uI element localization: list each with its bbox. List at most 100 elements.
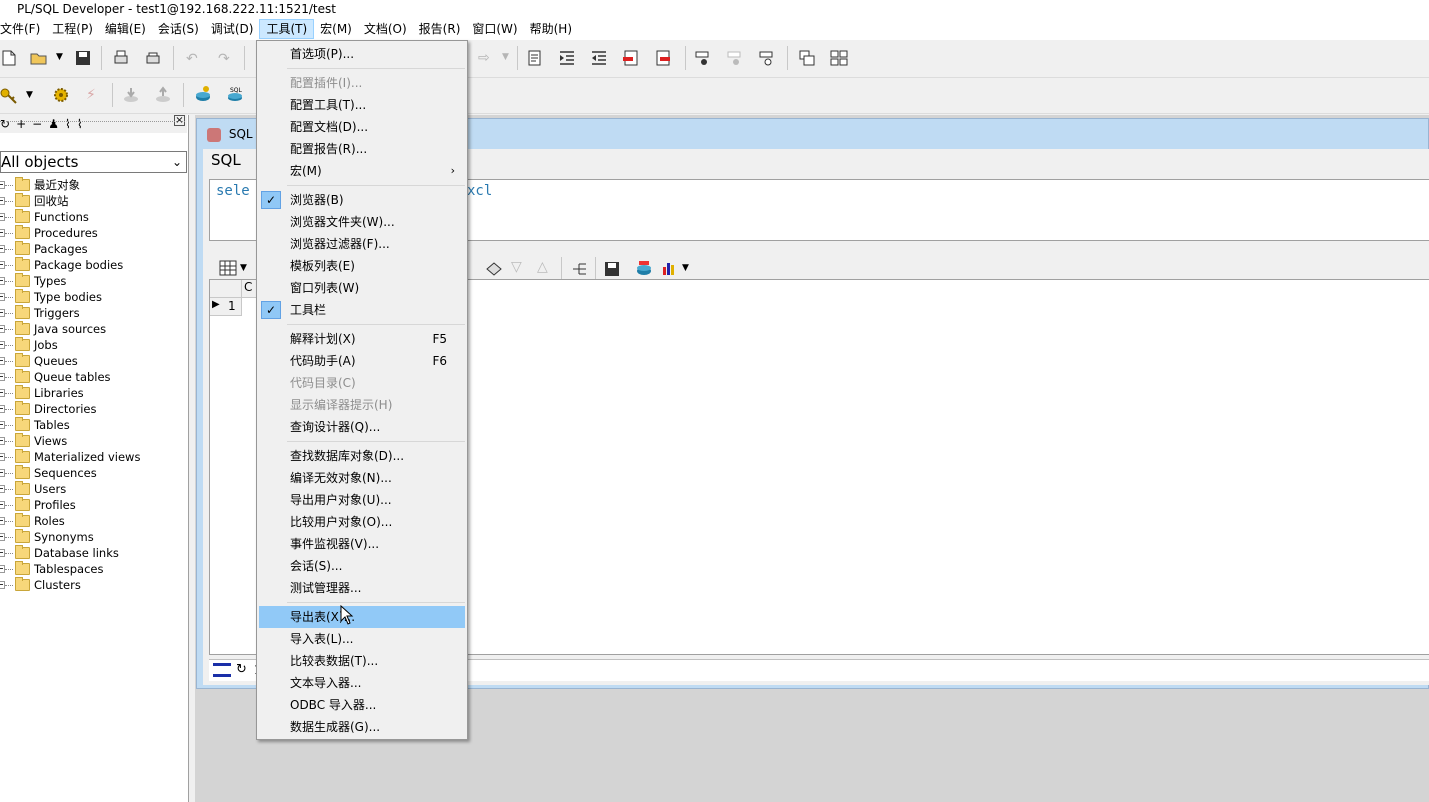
key-dropdown-icon[interactable]: ▼ [26,90,33,100]
tools-menu-item[interactable]: 浏览器文件夹(W)... [259,211,465,233]
remove-icon[interactable]: − [32,117,42,131]
tools-menu-item[interactable]: 配置插件(I)... [259,72,465,94]
debug-clear-icon[interactable] [758,49,776,67]
menu-file[interactable]: 文件(F) [0,19,46,39]
query-by-example-icon[interactable] [485,260,503,278]
tools-menu-item[interactable]: 配置报告(R)... [259,138,465,160]
filter-edit-icon[interactable]: ⌇ [77,117,83,131]
debug-toggle-icon[interactable] [694,49,712,67]
tools-menu-item[interactable]: 显示编译器提示(H) [259,394,465,416]
expand-icon[interactable] [0,325,5,333]
expand-icon[interactable] [0,469,5,477]
tools-menu-item[interactable]: 数据生成器(G)... [259,716,465,738]
tools-menu-item[interactable]: 导入表(L)... [259,628,465,650]
tools-menu-item[interactable]: 会话(S)... [259,555,465,577]
redo-icon[interactable]: ↷ [218,51,230,67]
tree-item[interactable]: Users [0,481,189,497]
tree-item[interactable]: Sequences [0,465,189,481]
print-preview-icon[interactable] [144,49,162,67]
edit-doc-icon[interactable] [526,49,544,67]
chart-icon[interactable] [661,259,679,277]
tools-menu-item[interactable]: 首选项(P)... [259,43,465,65]
break-icon[interactable]: ⚡ [86,87,96,103]
menu-session[interactable]: 会话(S) [152,19,205,39]
tools-menu-item[interactable]: 解释计划(X) F5 [259,328,465,350]
disabled-action-icon[interactable]: ⇨ [478,50,490,66]
expand-icon[interactable] [0,341,5,349]
database-icon[interactable] [194,85,212,103]
tree-item[interactable]: Procedures [0,225,189,241]
expand-icon[interactable] [0,261,5,269]
tree-item[interactable]: Libraries [0,385,189,401]
menu-window[interactable]: 窗口(W) [466,19,523,39]
tree-item[interactable]: Java sources [0,321,189,337]
next-page-icon[interactable]: ▽ [511,259,522,275]
tools-menu-item[interactable]: 配置文档(D)... [259,116,465,138]
menu-debug[interactable]: 调试(D) [205,19,260,39]
menu-tools[interactable]: 工具(T) [259,19,315,39]
expand-icon[interactable] [0,357,5,365]
tools-menu-item[interactable]: 查询设计器(Q)... [259,416,465,438]
expand-icon[interactable] [0,181,5,189]
tree-item[interactable]: Views [0,433,189,449]
open-dropdown-icon[interactable]: ▼ [56,52,63,62]
tree-view-icon[interactable] [571,260,589,278]
tools-menu-item[interactable]: 比较表数据(T)... [259,650,465,672]
expand-icon[interactable] [0,501,5,509]
tree-item[interactable]: 回收站 [0,193,189,209]
tree-item[interactable]: Queue tables [0,369,189,385]
tools-menu-item[interactable]: 测试管理器... [259,577,465,599]
find-icon[interactable]: ♟ [48,117,59,131]
tree-item[interactable]: Triggers [0,305,189,321]
menu-edit[interactable]: 编辑(E) [99,19,152,39]
comment-icon[interactable] [622,49,640,67]
expand-icon[interactable] [0,309,5,317]
tools-menu-item[interactable]: ✓ 浏览器(B) [259,189,465,211]
tree-item[interactable]: Queues [0,353,189,369]
chart-dropdown-icon[interactable]: ▼ [682,263,689,273]
tools-menu-item[interactable]: 导出表(X)... [259,606,465,628]
menu-macro[interactable]: 宏(M) [314,19,358,39]
expand-icon[interactable] [0,581,5,589]
new-file-icon[interactable] [0,49,18,67]
uncomment-icon[interactable] [654,49,672,67]
tools-menu-item[interactable]: 代码目录(C) [259,372,465,394]
refresh-icon[interactable]: ↻ [0,117,10,131]
expand-icon[interactable] [0,565,5,573]
tree-item[interactable]: Tablespaces [0,561,189,577]
cascade-windows-icon[interactable] [798,49,816,67]
grid-icon[interactable] [219,259,237,277]
tree-item[interactable]: 最近对象 [0,177,189,193]
tab-sql[interactable]: SQL [211,151,241,169]
tools-menu-item[interactable]: ✓ 工具栏 [259,299,465,321]
tree-item[interactable]: Directories [0,401,189,417]
indent-icon[interactable] [558,49,576,67]
expand-icon[interactable] [0,293,5,301]
open-folder-icon[interactable] [30,49,48,67]
key-icon[interactable] [0,87,18,105]
grid-row-header[interactable]: ▶ 1 [210,298,242,316]
tree-item[interactable]: Types [0,273,189,289]
tools-menu-item[interactable]: 编译无效对象(N)... [259,467,465,489]
expand-icon[interactable] [0,229,5,237]
tree-item[interactable]: Type bodies [0,289,189,305]
tools-menu-item[interactable]: ODBC 导入器... [259,694,465,716]
expand-icon[interactable] [0,533,5,541]
debug-disabled-icon[interactable] [726,49,744,67]
tree-item[interactable]: Profiles [0,497,189,513]
tools-menu-item[interactable]: 文本导入器... [259,672,465,694]
tree-item[interactable]: Jobs [0,337,189,353]
expand-icon[interactable] [0,245,5,253]
export-db-icon[interactable] [635,259,653,277]
expand-icon[interactable] [0,453,5,461]
expand-icon[interactable] [0,277,5,285]
tree-item[interactable]: Roles [0,513,189,529]
tools-menu-item[interactable]: 事件监视器(V)... [259,533,465,555]
object-filter-select[interactable]: All objects ⌄ [0,151,187,173]
gear-icon[interactable] [52,86,70,104]
sql-window-icon[interactable]: SQL [226,85,244,103]
tree-item[interactable]: Database links [0,545,189,561]
expand-icon[interactable] [0,549,5,557]
tools-menu-item[interactable]: 窗口列表(W) [259,277,465,299]
tools-menu-item[interactable]: 代码助手(A) F6 [259,350,465,372]
